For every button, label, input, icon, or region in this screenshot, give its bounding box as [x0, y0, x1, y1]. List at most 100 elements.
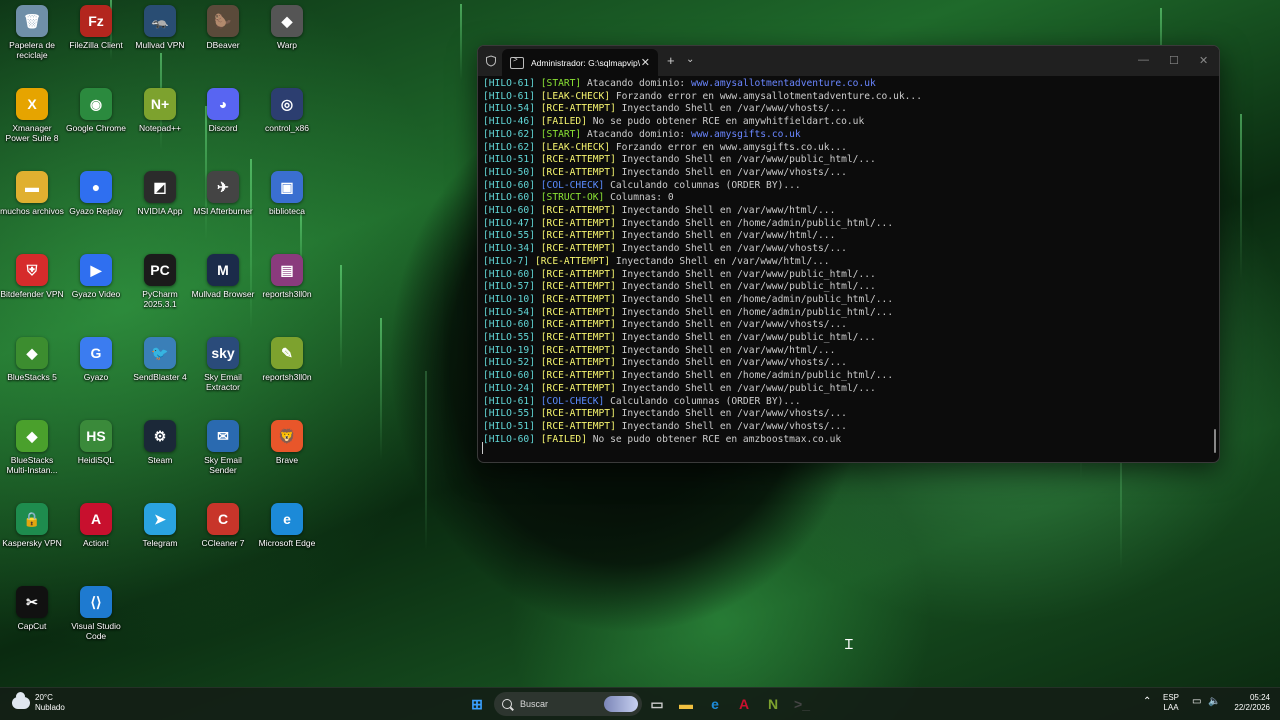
terminal-line: [HILO-55] [RCE-ATTEMPT] Inyectando Shell…: [483, 230, 1219, 243]
desktop-icon[interactable]: ◉ Google Chrome: [64, 88, 128, 133]
desktop-icon[interactable]: 🦡 Mullvad VPN: [128, 5, 192, 50]
desktop-icon[interactable]: ▶ Gyazo Video: [64, 254, 128, 299]
desktop-icon[interactable]: M Mullvad Browser: [191, 254, 255, 299]
line-message: Inyectando Shell en /var/www/vhosts/...: [615, 166, 847, 178]
shield-icon: [486, 55, 496, 67]
desktop-icon-label: Gyazo: [83, 372, 109, 382]
desktop-icon[interactable]: ✉ Sky Email Sender: [191, 420, 255, 475]
mouse-ibeam-cursor: Ɪ: [845, 637, 853, 653]
edge-icon[interactable]: e: [704, 693, 726, 715]
desktop-icon-label: CapCut: [17, 621, 47, 631]
terminal-output[interactable]: [HILO-61] [START] Atacando dominio: www.…: [478, 76, 1219, 446]
desktop-icon[interactable]: ⛨ Bitdefender VPN: [0, 254, 64, 299]
telegram-icon: ➤: [144, 503, 176, 535]
desktop-icon[interactable]: ✈ MSI Afterburner: [191, 171, 255, 216]
desktop-icon[interactable]: ▣ biblioteca: [255, 171, 319, 216]
desktop-icon-label: muchos archivos: [0, 206, 64, 216]
desktop-icon[interactable]: sky Sky Email Extractor: [191, 337, 255, 392]
desktop-icon[interactable]: ◆ BlueStacks 5: [0, 337, 64, 382]
clock[interactable]: 05:24 22/2/2026: [1228, 693, 1270, 713]
desktop-icon[interactable]: ✎ reportsh3ll0n: [255, 337, 319, 382]
terminal-tab[interactable]: Administrador: G:\sqlmapvip\ ✕: [502, 49, 658, 76]
desktop-icon-label: Xmanager Power Suite 8: [5, 123, 59, 143]
desktop-icon[interactable]: PC PyCharm 2025.3.1: [128, 254, 192, 309]
terminal-line: [HILO-60] [RCE-ATTEMPT] Inyectando Shell…: [483, 269, 1219, 282]
action-icon[interactable]: A: [733, 693, 755, 715]
file-explorer-icon[interactable]: ▬: [675, 693, 697, 715]
thread-id: [HILO-60]: [483, 179, 535, 191]
desktop-icon[interactable]: ⟨⟩ Visual Studio Code: [64, 586, 128, 641]
line-message: Inyectando Shell en /var/www/vhosts/...: [615, 103, 847, 115]
thread-id: [HILO-51]: [483, 420, 535, 432]
language-top: ESP: [1163, 693, 1180, 702]
desktop-icon-label: Sky Email Sender: [204, 455, 242, 475]
line-message: Inyectando Shell en /var/www/public_html…: [615, 382, 876, 394]
close-tab-icon[interactable]: ✕: [641, 56, 650, 69]
terminal-titlebar[interactable]: Administrador: G:\sqlmapvip\ ✕ + ⌄ — ☐ ✕: [478, 46, 1219, 76]
desktop-icon[interactable]: N+ Notepad++: [128, 88, 192, 133]
desktop-icon[interactable]: ◕ Discord: [191, 88, 255, 133]
minimize-icon[interactable]: —: [1138, 54, 1149, 66]
desktop-icon[interactable]: 🐦 SendBlaster 4: [128, 337, 192, 382]
start-icon[interactable]: ⊞: [466, 693, 488, 715]
desktop-icon[interactable]: ◩ NVIDIA App: [128, 171, 192, 216]
desktop-icon[interactable]: ◆ BlueStacks Multi-Instan...: [0, 420, 64, 475]
desktop-icon[interactable]: 🔒 Kaspersky VPN: [0, 503, 64, 548]
terminal-line: [HILO-60] [FAILED] No se pudo obtener RC…: [483, 434, 1219, 447]
chevron-down-icon[interactable]: ⌄: [686, 54, 694, 65]
bluestacks-icon: ◆: [16, 337, 48, 369]
desktop-icon-label: Sky Email Extractor: [204, 372, 242, 392]
terminal-line: [HILO-34] [RCE-ATTEMPT] Inyectando Shell…: [483, 243, 1219, 256]
desktop-icon[interactable]: X Xmanager Power Suite 8: [0, 88, 64, 143]
desktop-icon[interactable]: ▤ reportsh3ll0n: [255, 254, 319, 299]
new-tab-icon[interactable]: +: [667, 53, 675, 68]
chevron-up-icon[interactable]: ⌃: [1143, 697, 1151, 707]
gyazo-video-icon: ▶: [80, 254, 112, 286]
terminal-icon[interactable]: >_: [791, 693, 813, 715]
domain-link: www.amysallotmentadventure.co.uk: [690, 78, 876, 89]
volume-icon[interactable]: 🔈: [1208, 697, 1220, 707]
desktop-icon[interactable]: Fz FileZilla Client: [64, 5, 128, 50]
desktop-icon[interactable]: 🦫 DBeaver: [191, 5, 255, 50]
desktop-icon[interactable]: e Microsoft Edge: [255, 503, 319, 548]
desktop-icon[interactable]: HS HeidiSQL: [64, 420, 128, 465]
close-window-icon[interactable]: ✕: [1199, 54, 1208, 67]
language-indicator[interactable]: ESP LAA: [1163, 693, 1179, 713]
line-message: Inyectando Shell en /var/www/public_html…: [615, 268, 876, 280]
search-box[interactable]: Buscar: [494, 692, 642, 716]
scrollbar[interactable]: [1214, 429, 1216, 453]
thread-id: [HILO-55]: [483, 408, 535, 420]
desktop-icon-label: reportsh3ll0n: [262, 372, 312, 382]
desktop-icon[interactable]: ◆ Warp: [255, 5, 319, 50]
maximize-icon[interactable]: ☐: [1169, 54, 1179, 67]
desktop-icon[interactable]: A Action!: [64, 503, 128, 548]
desktop-icon[interactable]: ◎ control_x86: [255, 88, 319, 133]
desktop-icon[interactable]: ▬ muchos archivos: [0, 171, 64, 216]
notepadpp-icon: N+: [144, 88, 176, 120]
desktop-icon[interactable]: C CCleaner 7: [191, 503, 255, 548]
notepadpp-icon[interactable]: N: [762, 693, 784, 715]
terminal-line: [HILO-60] [COL-CHECK] Calculando columna…: [483, 180, 1219, 193]
terminal-line: [HILO-52] [RCE-ATTEMPT] Inyectando Shell…: [483, 357, 1219, 370]
desktop-icon[interactable]: ➤ Telegram: [128, 503, 192, 548]
desktop-icon-label: Bitdefender VPN: [0, 289, 64, 299]
line-message: No se pudo obtener RCE en amywhitfieldar…: [586, 116, 865, 128]
status-tag: [LEAK-CHECK]: [540, 90, 611, 102]
bitdefender-icon: ⛨: [16, 254, 48, 286]
desktop-icon[interactable]: 🦁 Brave: [255, 420, 319, 465]
task-view-icon[interactable]: ▭: [646, 693, 668, 715]
status-tag: [START]: [540, 78, 582, 89]
weather-widget[interactable]: 20°C Nublado: [12, 692, 65, 713]
network-icon[interactable]: ▭: [1192, 697, 1201, 707]
thread-id: [HILO-60]: [483, 370, 535, 382]
desktop-icon[interactable]: ⚙ Steam: [128, 420, 192, 465]
status-tag: [COL-CHECK]: [540, 179, 605, 191]
terminal-window[interactable]: Administrador: G:\sqlmapvip\ ✕ + ⌄ — ☐ ✕…: [477, 45, 1220, 463]
desktop-icon[interactable]: G Gyazo: [64, 337, 128, 382]
status-tag: [RCE-ATTEMPT]: [540, 382, 616, 394]
capcut-icon: ✂: [16, 586, 48, 618]
desktop-icon[interactable]: ● Gyazo Replay: [64, 171, 128, 216]
desktop-icon[interactable]: ✂ CapCut: [0, 586, 64, 631]
edge-icon: e: [271, 503, 303, 535]
desktop-icon[interactable]: 🗑 Papelera de reciclaje: [0, 5, 64, 60]
